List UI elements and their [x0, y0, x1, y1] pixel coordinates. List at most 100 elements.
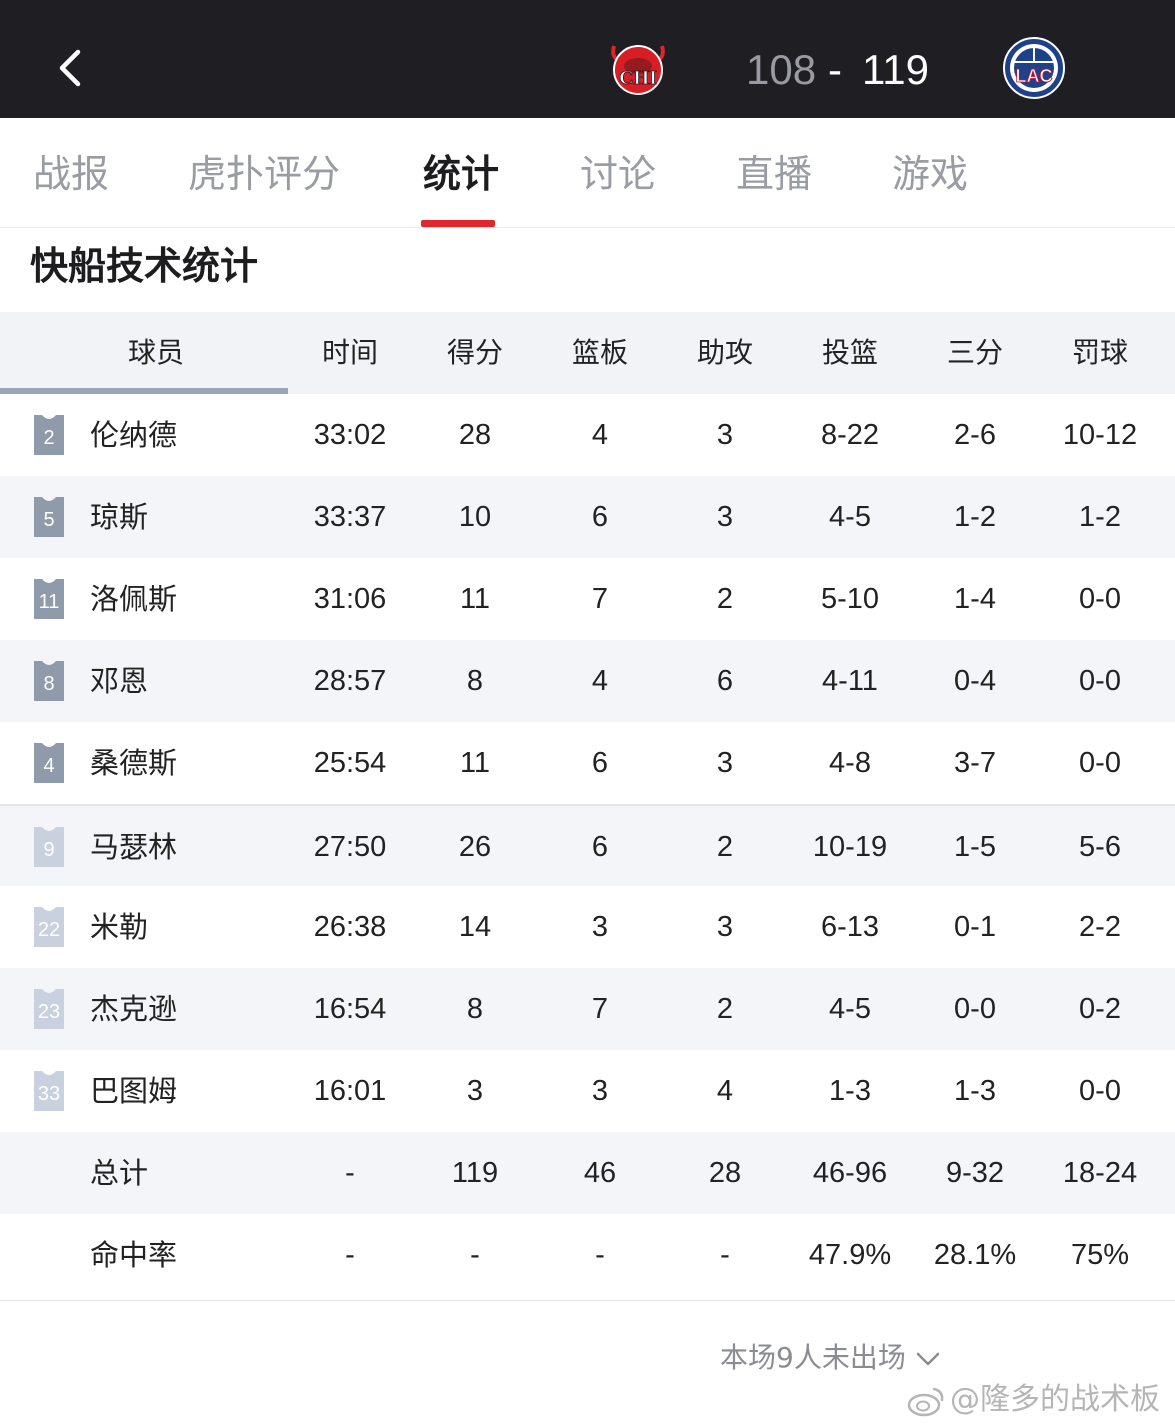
player-name[interactable]: 邓恩	[90, 640, 148, 722]
stat-points: 11	[459, 747, 491, 779]
player-name[interactable]: 杰克逊	[90, 968, 177, 1050]
tab-report[interactable]: 战报	[33, 148, 109, 200]
column-header-player[interactable]: 球员	[0, 312, 312, 394]
jersey-number: 4	[43, 755, 55, 777]
stat-three-pointers: 1-2	[954, 501, 996, 533]
stat-rebounds: 6	[591, 747, 609, 779]
watermark: @隆多的战术板	[906, 1378, 1160, 1422]
lac-logo-icon[interactable]: LAC	[1002, 36, 1066, 100]
jersey-number: 33	[37, 1083, 61, 1105]
stat-points: 28	[458, 419, 492, 451]
tab-games[interactable]: 游戏	[892, 148, 968, 200]
stat-assists: -	[720, 1239, 730, 1271]
stat-free-throws: 10-12	[1062, 419, 1138, 451]
stat-field-goals: 46-96	[812, 1157, 888, 1189]
active-tab-indicator	[421, 220, 495, 227]
player-name[interactable]: 洛佩斯	[90, 558, 177, 640]
tab-stats[interactable]: 统计	[423, 148, 499, 200]
weibo-icon	[907, 1387, 944, 1416]
svg-text:CHI: CHI	[619, 67, 657, 89]
tab-bar: 战报 虎扑评分 统计 讨论 直播 游戏	[0, 118, 1175, 228]
stat-field-goals: 4-5	[829, 501, 871, 533]
stat-free-throws: 5-6	[1079, 831, 1121, 863]
stat-free-throws: 75%	[1070, 1239, 1130, 1271]
player-row[interactable]: 8 邓恩 28:57 8 4 6 4-11 0-4 0-0	[0, 640, 1175, 722]
column-header-points[interactable]: 得分	[415, 312, 535, 394]
column-header-field-goals[interactable]: 投篮	[790, 312, 910, 394]
stat-rebounds: 7	[591, 583, 609, 615]
stat-rebounds: -	[595, 1239, 605, 1271]
tab-live[interactable]: 直播	[736, 148, 812, 200]
stat-minutes: 27:50	[313, 831, 387, 863]
divider	[0, 1300, 1175, 1301]
column-header-assists[interactable]: 助攻	[665, 312, 785, 394]
stat-field-goals: 4-8	[829, 747, 871, 779]
stat-points: 119	[451, 1157, 499, 1189]
jersey-number: 2	[43, 427, 55, 449]
column-header-rebounds[interactable]: 篮板	[540, 312, 660, 394]
player-name[interactable]: 马瑟林	[90, 806, 177, 888]
player-row[interactable]: 9 马瑟林 27:50 26 6 2 10-19 1-5 5-6	[0, 804, 1175, 886]
player-row[interactable]: 4 桑德斯 25:54 11 6 3 4-8 3-7 0-0	[0, 722, 1175, 804]
player-row[interactable]: 22 米勒 26:38 14 3 3 6-13 0-1 2-2	[0, 886, 1175, 968]
stat-free-throws: 18-24	[1062, 1157, 1138, 1189]
away-score: 119	[862, 46, 929, 93]
chi-logo-icon[interactable]: CHI	[606, 36, 670, 100]
player-name[interactable]: 米勒	[90, 886, 148, 968]
player-name[interactable]: 巴图姆	[90, 1050, 177, 1132]
stat-assists: 3	[716, 501, 734, 533]
stat-three-pointers: 9-32	[945, 1157, 1005, 1189]
stat-three-pointers: 0-0	[954, 993, 996, 1025]
stat-assists: 3	[716, 911, 734, 943]
stat-three-pointers: 1-3	[954, 1075, 996, 1107]
back-button[interactable]	[44, 38, 100, 98]
stat-field-goals: 5-10	[820, 583, 880, 615]
stat-rebounds: 6	[591, 831, 609, 863]
column-header-minutes[interactable]: 时间	[290, 312, 410, 394]
player-row[interactable]: 33 巴图姆 16:01 3 3 4 1-3 1-3 0-0	[0, 1050, 1175, 1132]
player-row[interactable]: 5 琼斯 33:37 10 6 3 4-5 1-2 1-2	[0, 476, 1175, 558]
stat-assists: 28	[708, 1157, 742, 1189]
stat-field-goals: 1-3	[829, 1075, 871, 1107]
svg-text:LAC: LAC	[1016, 66, 1053, 86]
tab-discussion[interactable]: 讨论	[580, 148, 656, 200]
stat-free-throws: 0-0	[1079, 1075, 1121, 1107]
player-row[interactable]: 11 洛佩斯 31:06 11 7 2 5-10 1-4 0-0	[0, 558, 1175, 640]
score-separator: -	[828, 46, 842, 93]
stat-rebounds: 7	[591, 993, 609, 1025]
stat-minutes: 26:38	[313, 911, 387, 943]
stat-rebounds: 46	[583, 1157, 617, 1189]
percentage-label: 命中率	[90, 1238, 178, 1272]
stat-minutes: 16:54	[313, 993, 387, 1025]
totals-row: 总计 - 119 46 28 46-96 9-32 18-24	[0, 1132, 1175, 1214]
home-score: 108	[746, 46, 817, 93]
back-arrow-icon	[59, 49, 81, 87]
column-header-free-throws[interactable]: 罚球	[1040, 312, 1160, 394]
stat-assists: 6	[716, 665, 734, 697]
stat-minutes: -	[345, 1239, 355, 1271]
stat-points: 10	[458, 501, 492, 533]
stat-assists: 2	[716, 993, 734, 1025]
player-row[interactable]: 2 伦纳德 33:02 28 4 3 8-22 2-6 10-12	[0, 394, 1175, 476]
stat-minutes: 33:02	[313, 419, 387, 451]
stat-rebounds: 3	[591, 1075, 609, 1107]
player-name[interactable]: 琼斯	[90, 476, 148, 558]
player-name[interactable]: 桑德斯	[90, 722, 177, 804]
watermark-text: @隆多的战术板	[950, 1382, 1160, 1417]
player-row[interactable]: 23 杰克逊 16:54 8 7 2 4-5 0-0 0-2	[0, 968, 1175, 1050]
chevron-down-icon	[916, 1352, 940, 1366]
stat-three-pointers: 2-6	[954, 419, 996, 451]
stat-assists: 2	[716, 831, 734, 863]
stat-three-pointers: 28.1%	[933, 1239, 1017, 1271]
column-header-three-pointers[interactable]: 三分	[915, 312, 1035, 394]
top-bar: CHI 108 - 119 LAC	[0, 0, 1175, 118]
tab-ratings[interactable]: 虎扑评分	[188, 148, 340, 200]
stat-field-goals: 4-11	[822, 665, 878, 697]
did-not-play-toggle[interactable]: 本场9人未出场	[720, 1336, 942, 1380]
stat-rebounds: 6	[591, 501, 609, 533]
stat-minutes: 31:06	[313, 583, 387, 615]
stat-free-throws: 0-2	[1079, 993, 1121, 1025]
stat-points: 14	[458, 911, 492, 943]
player-name[interactable]: 伦纳德	[90, 394, 177, 476]
stat-three-pointers: 1-5	[954, 831, 996, 863]
